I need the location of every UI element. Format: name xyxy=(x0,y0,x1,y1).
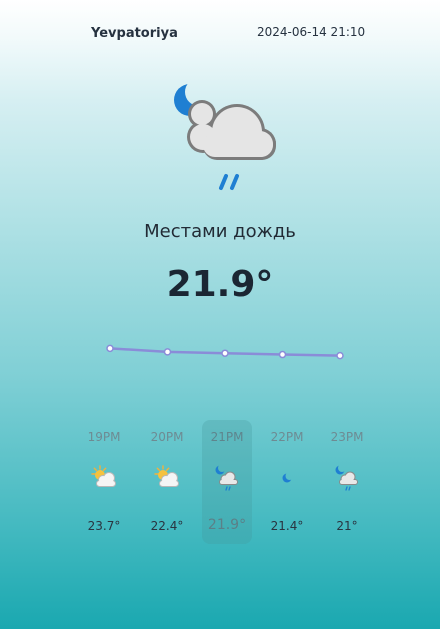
hour-time: 22PM xyxy=(270,430,304,444)
city-name: Yevpatoriya xyxy=(91,26,178,41)
hour-card-20pm[interactable]: 20PM 22.4° xyxy=(142,420,192,544)
trend-point xyxy=(278,350,287,359)
hour-card-23pm[interactable]: 23PM 21° xyxy=(322,420,372,544)
moon-cloud-rain-icon xyxy=(174,84,276,190)
hour-temperature: 22.4° xyxy=(150,519,184,533)
current-temperature: 21.9° xyxy=(166,264,274,305)
hour-time: 21PM xyxy=(210,430,244,444)
hour-time: 23PM xyxy=(330,430,364,444)
hour-temperature: 21.9° xyxy=(207,517,247,533)
sun-cloud-icon xyxy=(154,465,179,487)
hour-card-21pm[interactable]: 21PM 21.9° xyxy=(202,420,252,544)
date-time: 2024-06-14 21:10 xyxy=(257,25,366,39)
temperature-trend-chart xyxy=(106,344,344,360)
hour-card-22pm[interactable]: 22PM 21.4° xyxy=(262,420,312,544)
trend-point xyxy=(336,351,344,360)
hour-temperature: 21.4° xyxy=(270,519,304,533)
weather-condition: Местами дождь xyxy=(144,221,296,242)
moon-cloud-rain-icon xyxy=(335,465,358,491)
moon-icon xyxy=(282,473,292,483)
hourly-forecast: 19PM 23.7° 20PM 22.4° 21PM 21.9° 22PM 21… xyxy=(74,420,378,545)
sun-cloud-icon xyxy=(91,465,116,487)
hour-time: 19PM xyxy=(87,430,121,444)
moon-cloud-rain-icon xyxy=(215,465,238,491)
trend-point xyxy=(221,349,229,357)
hour-time: 20PM xyxy=(150,430,184,444)
hour-card-19pm[interactable]: 19PM 23.7° xyxy=(79,420,129,544)
hour-temperature: 23.7° xyxy=(87,519,121,533)
hour-temperature: 21° xyxy=(336,519,358,533)
trend-point xyxy=(163,348,172,356)
trend-point xyxy=(106,344,114,353)
